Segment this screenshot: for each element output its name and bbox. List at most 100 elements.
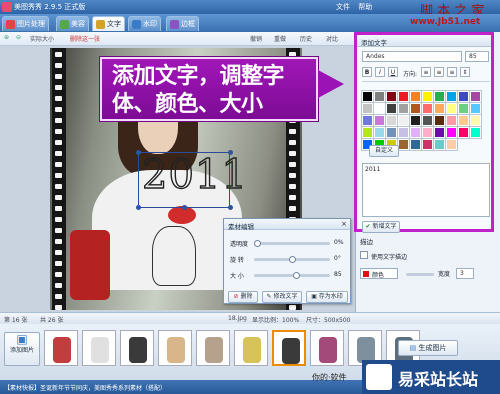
color-swatch[interactable] [445, 102, 458, 115]
color-swatch[interactable] [397, 102, 410, 115]
bold-button[interactable]: B [362, 67, 372, 77]
color-swatch[interactable] [433, 102, 446, 115]
thumbnail[interactable] [158, 330, 192, 366]
material-slider[interactable] [254, 272, 330, 279]
menu-help[interactable]: 帮助 [358, 3, 372, 11]
color-swatch[interactable] [373, 114, 386, 127]
color-swatch[interactable] [361, 126, 374, 139]
color-swatch[interactable] [385, 102, 398, 115]
delete-material-button[interactable]: ⊘ 删除 [228, 291, 258, 303]
color-swatch[interactable] [469, 126, 482, 139]
color-swatch[interactable] [421, 126, 434, 139]
thumbnail[interactable] [234, 330, 268, 366]
save-watermark-button[interactable]: ▣ 存为水印 [306, 291, 348, 303]
new-text-button[interactable]: ✔ 新增文字 [362, 221, 400, 233]
resize-handle[interactable] [136, 205, 141, 210]
color-swatch[interactable] [469, 114, 482, 127]
stroke-checkbox[interactable] [360, 251, 368, 259]
color-swatch[interactable] [409, 102, 422, 115]
actual-size-button[interactable]: 实际大小 [30, 34, 54, 43]
color-swatch[interactable] [445, 114, 458, 127]
color-swatch[interactable] [445, 90, 458, 103]
thumbnail[interactable] [310, 330, 344, 366]
resize-handle[interactable] [228, 205, 233, 210]
align-right-icon[interactable]: ≡ [447, 67, 457, 77]
color-swatch[interactable] [457, 90, 470, 103]
color-swatch[interactable] [433, 126, 446, 139]
tab-frame[interactable]: 边框 [166, 16, 199, 31]
color-swatch[interactable] [385, 114, 398, 127]
color-swatch[interactable] [409, 114, 422, 127]
stroke-color-select[interactable]: 颜色 [360, 268, 398, 279]
color-swatch[interactable] [433, 114, 446, 127]
thumbnail[interactable] [272, 330, 306, 366]
undo-button[interactable]: 撤销 [250, 34, 262, 43]
delete-photo-button[interactable]: 删除这一张 [70, 34, 100, 43]
color-swatch[interactable] [421, 102, 434, 115]
custom-color-button[interactable]: 自定义 [369, 145, 399, 157]
font-select[interactable]: Andes [362, 51, 462, 62]
color-swatch[interactable] [469, 90, 482, 103]
thumbnail[interactable] [196, 330, 230, 366]
zoom-out-icon[interactable]: ⊖ [16, 34, 21, 41]
slider-knob[interactable] [254, 240, 261, 247]
material-slider[interactable] [254, 240, 330, 247]
color-swatch[interactable] [457, 114, 470, 127]
align-left-icon[interactable]: ≡ [421, 67, 431, 77]
color-swatch[interactable] [421, 90, 434, 103]
resize-handle[interactable] [136, 150, 141, 155]
vertical-text-icon[interactable]: ⇕ [460, 67, 470, 77]
stroke-width-slider[interactable] [406, 273, 434, 276]
history-button[interactable]: 历史 [300, 34, 312, 43]
color-swatch[interactable] [361, 102, 374, 115]
color-swatch[interactable] [445, 138, 458, 151]
color-swatch[interactable] [361, 114, 374, 127]
color-swatch[interactable] [457, 126, 470, 139]
add-image-button[interactable]: ▣ 添加图片 [4, 332, 40, 366]
tab-beauty[interactable]: 美容 [56, 16, 89, 31]
color-swatch[interactable] [469, 102, 482, 115]
color-swatch[interactable] [421, 138, 434, 151]
color-swatch[interactable] [397, 114, 410, 127]
underline-button[interactable]: U [388, 67, 398, 77]
menu-file[interactable]: 文件 [336, 3, 350, 11]
color-swatch[interactable] [385, 90, 398, 103]
tab-image-process[interactable]: 图片处理 [2, 16, 49, 31]
thumbnail[interactable] [120, 330, 154, 366]
font-size-select[interactable]: 85 [465, 51, 489, 62]
compare-button[interactable]: 对比 [326, 34, 338, 43]
tab-watermark[interactable]: 水印 [128, 16, 161, 31]
color-swatch[interactable] [385, 126, 398, 139]
slider-knob[interactable] [289, 256, 296, 263]
align-center-icon[interactable]: ≡ [434, 67, 444, 77]
edit-text-button[interactable]: ✎ 修改文字 [262, 291, 302, 303]
thumbnail[interactable] [44, 330, 78, 366]
resize-handle[interactable] [182, 205, 187, 210]
color-swatch[interactable] [373, 90, 386, 103]
slider-knob[interactable] [292, 272, 300, 279]
color-swatch[interactable] [397, 138, 410, 151]
color-swatch[interactable] [445, 126, 458, 139]
text-input[interactable]: 2011 [362, 163, 490, 217]
italic-button[interactable]: I [375, 67, 385, 77]
color-swatch[interactable] [409, 126, 422, 139]
thumbnail[interactable] [82, 330, 116, 366]
stroke-width-input[interactable]: 3 [456, 268, 474, 279]
zoom-in-icon[interactable]: ⊕ [4, 34, 9, 41]
color-swatch[interactable] [361, 90, 374, 103]
close-icon[interactable]: × [341, 220, 347, 228]
color-swatch[interactable] [397, 90, 410, 103]
tab-text[interactable]: 文字 [92, 16, 125, 31]
news-text[interactable]: 【素材快报】圣诞新年节节同庆，美图秀秀系列素材（搭配） [4, 383, 166, 392]
color-swatch[interactable] [457, 102, 470, 115]
material-slider[interactable] [254, 256, 330, 263]
color-swatch[interactable] [433, 138, 446, 151]
generate-image-button[interactable]: ▤ 生成图片 [398, 340, 458, 356]
color-swatch[interactable] [397, 126, 410, 139]
color-swatch[interactable] [373, 102, 386, 115]
color-swatch[interactable] [421, 114, 434, 127]
redo-button[interactable]: 重做 [274, 34, 286, 43]
color-swatch[interactable] [433, 90, 446, 103]
color-swatch[interactable] [409, 138, 422, 151]
canvas-text[interactable]: 2011 [141, 151, 247, 198]
